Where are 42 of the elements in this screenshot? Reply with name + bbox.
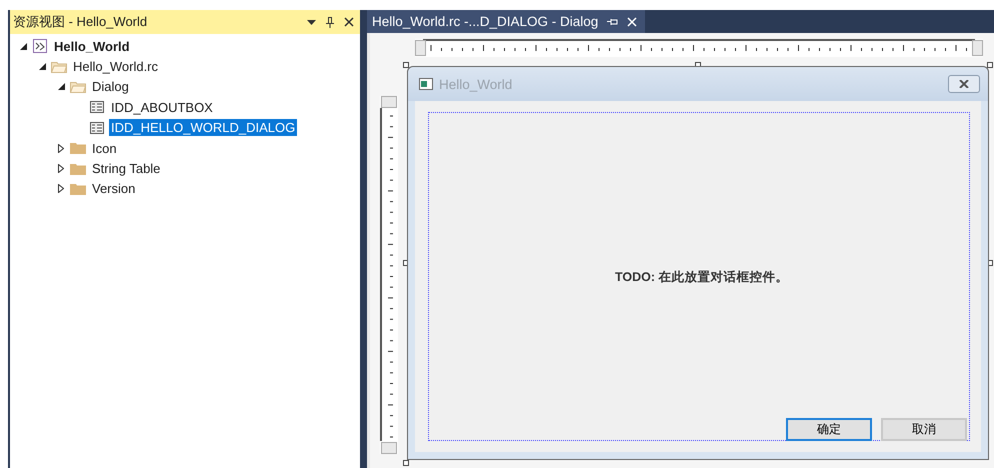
resize-handle[interactable] bbox=[987, 62, 993, 68]
dialog-window[interactable]: Hello_World TODO: 在此放置对话框控件。 确定 取消 bbox=[407, 66, 989, 460]
expanded-arrow-icon[interactable] bbox=[58, 83, 64, 90]
tree-item[interactable]: IDD_ABOUTBOX bbox=[109, 98, 215, 116]
folder-icon bbox=[70, 162, 86, 175]
resize-handle[interactable] bbox=[403, 62, 409, 68]
dialog-title: Hello_World bbox=[439, 76, 514, 92]
collapsed-arrow-icon[interactable] bbox=[58, 144, 64, 153]
editor-tab-label[interactable]: Hello_World.rc -...D_DIALOG - Dialog bbox=[372, 14, 598, 29]
project-icon bbox=[33, 39, 47, 54]
collapsed-arrow-icon[interactable] bbox=[58, 164, 64, 174]
close-icon[interactable] bbox=[959, 80, 969, 88]
expanded-arrow-icon[interactable] bbox=[20, 42, 26, 50]
tree-item[interactable]: Icon bbox=[90, 140, 119, 157]
tree-item[interactable]: Hello_World.rc bbox=[71, 58, 160, 76]
dialog-resource-icon bbox=[90, 101, 104, 114]
folder-icon bbox=[70, 182, 86, 195]
dialog-button[interactable]: 确定 bbox=[786, 418, 872, 441]
dropdown-icon[interactable] bbox=[307, 20, 316, 24]
horizontal-ruler[interactable] bbox=[415, 39, 983, 57]
tree-item[interactable]: Dialog bbox=[90, 78, 131, 96]
expanded-arrow-icon[interactable] bbox=[38, 63, 46, 70]
tree-item[interactable]: Hello_World bbox=[52, 38, 132, 55]
tree-item[interactable]: IDD_HELLO_WORLD_DIALOG bbox=[109, 119, 298, 136]
close-button[interactable] bbox=[948, 75, 980, 93]
window-icon bbox=[419, 78, 433, 90]
resize-handle[interactable] bbox=[403, 460, 409, 466]
panel-title: 资源视图 - Hello_World bbox=[13, 13, 148, 31]
tree-item[interactable]: String Table bbox=[90, 160, 162, 178]
collapsed-arrow-icon[interactable] bbox=[58, 184, 64, 194]
open-folder-icon bbox=[51, 60, 67, 73]
dialog-button[interactable]: 取消 bbox=[881, 418, 967, 441]
open-folder-icon bbox=[70, 80, 86, 93]
dialog-resource-icon bbox=[90, 122, 104, 134]
tree-item[interactable]: Version bbox=[90, 180, 138, 198]
vertical-ruler[interactable] bbox=[380, 96, 398, 454]
close-icon[interactable] bbox=[344, 17, 354, 27]
pin-icon[interactable] bbox=[607, 18, 618, 26]
editor-tab[interactable]: Hello_World.rc -...D_DIALOG - Dialog bbox=[367, 10, 646, 33]
pin-icon[interactable] bbox=[326, 16, 334, 28]
folder-icon bbox=[70, 142, 86, 154]
dialog-static-text[interactable]: TODO: 在此放置对话框控件。 bbox=[615, 269, 789, 286]
